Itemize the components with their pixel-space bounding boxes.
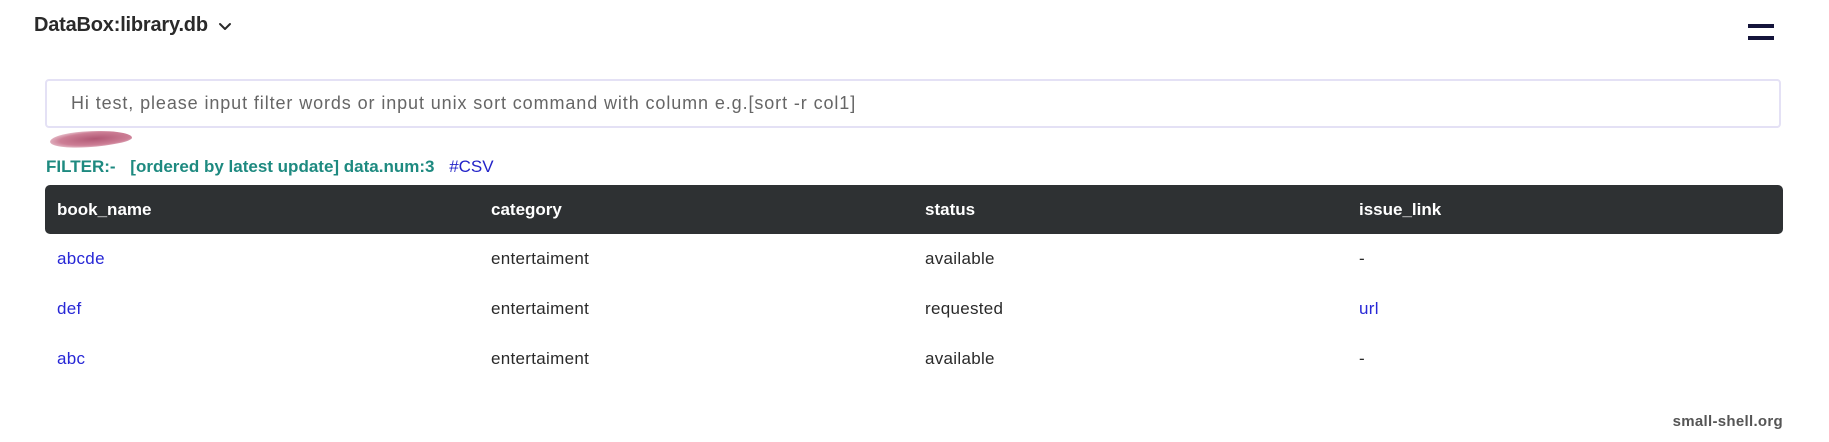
table-row: abcde entertaiment available - [45, 234, 1783, 284]
table-row: def entertaiment requested url [45, 284, 1783, 334]
category-cell: entertaiment [491, 349, 590, 368]
status-cell: requested [925, 299, 1004, 318]
issue-url-link[interactable]: url [1347, 299, 1783, 319]
data-table: book_name category status issue_link abc… [45, 185, 1783, 384]
filter-label: FILTER:- [46, 157, 116, 176]
book-name-link[interactable]: def [45, 299, 479, 319]
app-title: DataBox:library.db [34, 14, 208, 36]
column-header-category[interactable]: category [479, 200, 913, 220]
csv-export-link[interactable]: #CSV [449, 157, 493, 176]
table-header: book_name category status issue_link [45, 185, 1783, 234]
column-header-book-name[interactable]: book_name [45, 200, 479, 220]
chevron-down-icon [216, 17, 234, 35]
filter-status-line: FILTER:- [ordered by latest update] data… [46, 157, 494, 177]
status-cell: available [925, 249, 995, 268]
hamburger-icon[interactable] [1746, 20, 1776, 46]
footer-credit: small-shell.org [1672, 413, 1783, 430]
book-name-link[interactable]: abcde [45, 249, 479, 269]
column-header-status[interactable]: status [913, 200, 1347, 220]
menu-bar-bottom [1748, 36, 1774, 40]
redaction-mark [49, 128, 133, 150]
issue-link-cell: - [1359, 349, 1365, 368]
column-header-issue-link[interactable]: issue_link [1347, 200, 1783, 220]
filter-order-info: [ordered by latest update] data.num:3 [130, 157, 435, 176]
app-title-dropdown[interactable]: DataBox:library.db [34, 14, 234, 37]
search-input[interactable] [47, 81, 1779, 126]
issue-link-cell: - [1359, 249, 1365, 268]
status-cell: available [925, 349, 995, 368]
table-row: abc entertaiment available - [45, 334, 1783, 384]
menu-bar-top [1748, 24, 1774, 28]
book-name-link[interactable]: abc [45, 349, 479, 369]
search-box [45, 79, 1781, 128]
table-body: abcde entertaiment available - def enter… [45, 234, 1783, 384]
category-cell: entertaiment [491, 299, 590, 318]
category-cell: entertaiment [491, 249, 590, 268]
